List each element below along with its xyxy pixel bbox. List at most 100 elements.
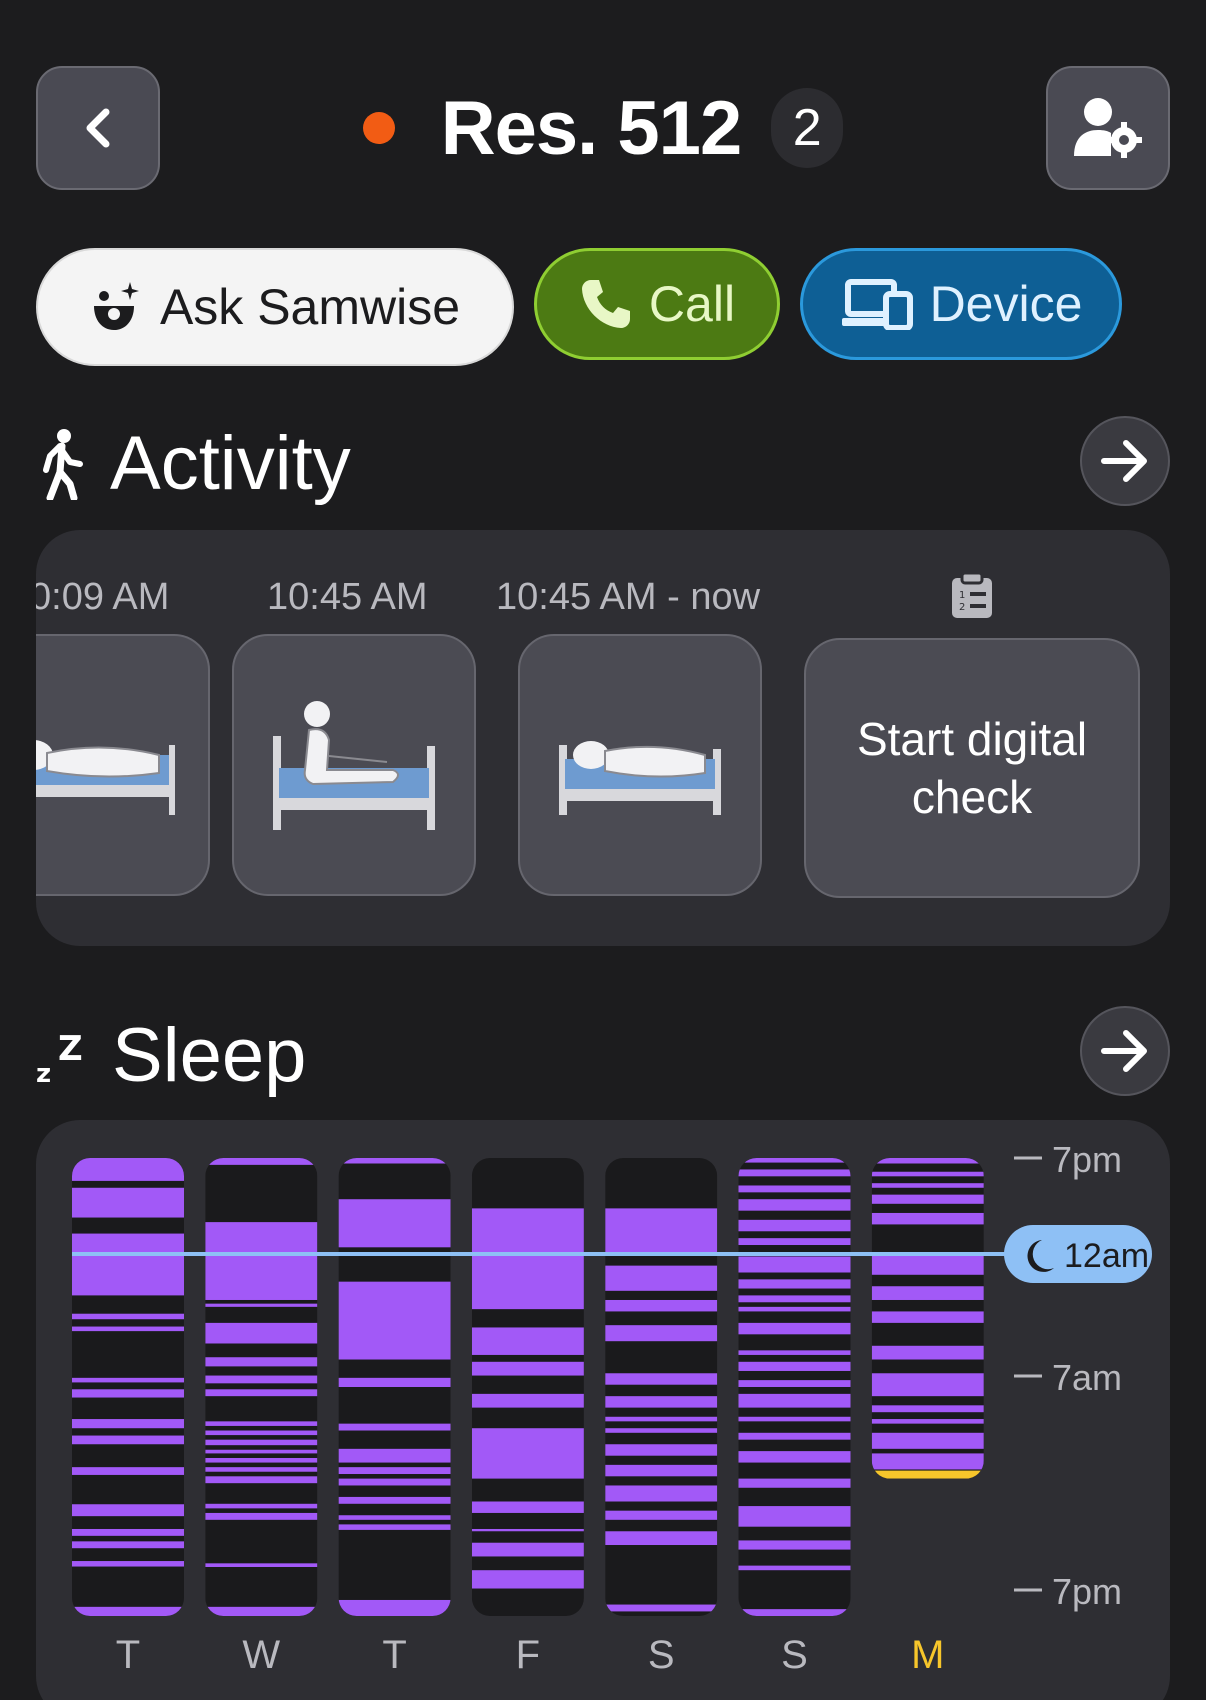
sleep-segment (72, 1504, 184, 1517)
sleep-segment (738, 1506, 851, 1527)
sleep-segment (205, 1503, 318, 1509)
sleep-segment (738, 1361, 851, 1371)
sleep-segment (738, 1158, 851, 1163)
sleep-segment (605, 1396, 718, 1408)
activity-header: Activity (36, 420, 351, 507)
sleep-segment (471, 1361, 584, 1376)
sleep-segment (738, 1306, 851, 1312)
activity-more-button[interactable] (1080, 416, 1170, 506)
sleep-segment (72, 1606, 184, 1616)
sleep-segment (605, 1325, 718, 1342)
svg-text:1: 1 (959, 590, 965, 601)
sleep-segment (738, 1185, 851, 1193)
sleep-segment (72, 1435, 184, 1445)
sleep-segment (205, 1389, 318, 1397)
sleep-segment (605, 1373, 718, 1385)
sleep-segment (738, 1609, 851, 1616)
day-label: T (382, 1633, 406, 1677)
activity-title: Activity (110, 421, 351, 506)
sleep-segment (738, 1393, 851, 1408)
sleep-segment (205, 1303, 318, 1307)
sleep-segment (205, 1563, 318, 1567)
sleep-segment (205, 1439, 318, 1446)
sleep-segment (72, 1377, 184, 1383)
activity-card: 0:09 AM 10:45 AM 10:45 AM - now 1 2 Star… (36, 530, 1170, 946)
call-label: Call (648, 276, 736, 332)
sleep-header: z Z Sleep (36, 1012, 306, 1099)
ask-samwise-label: Ask Samwise (159, 279, 461, 335)
device-button[interactable]: Device (800, 248, 1122, 360)
svg-text:2: 2 (959, 602, 965, 613)
activity-tile[interactable] (36, 634, 210, 896)
sleep-chart[interactable]: T W T F S S M 7pm 7am 7pm 12am (36, 1120, 1170, 1700)
bed-lying-icon (559, 741, 721, 815)
sleep-segment (205, 1421, 318, 1426)
svg-text:z: z (36, 1059, 51, 1086)
sleep-segment (72, 1419, 184, 1429)
sleep-segment (605, 1464, 718, 1477)
day-label: S (648, 1633, 675, 1677)
sleep-segment (205, 1322, 318, 1344)
sleep-segment (605, 1531, 718, 1546)
ask-samwise-button[interactable]: Ask Samwise (36, 248, 514, 366)
sleep-day-column (205, 1158, 318, 1616)
sleep-segment (338, 1199, 451, 1248)
sleep-segment (72, 1528, 184, 1536)
sleep-segment (471, 1393, 584, 1408)
now-label: 12am (1064, 1237, 1149, 1275)
sleep-day-column (338, 1158, 451, 1616)
day-label: M (911, 1633, 944, 1677)
sleep-segment (72, 1326, 184, 1332)
sleep-day-column (738, 1158, 851, 1616)
arrow-right-icon (1101, 1030, 1147, 1072)
sleep-segment (338, 1524, 451, 1530)
sleep-segment (605, 1510, 718, 1520)
clipboard-list-icon: 1 2 (952, 572, 992, 618)
sleep-segment (471, 1542, 584, 1557)
day-label: T (116, 1633, 140, 1677)
sleep-segment (871, 1453, 984, 1470)
sleep-segment (72, 1313, 184, 1320)
sleep-segment (605, 1485, 718, 1502)
sleep-segment (205, 1449, 318, 1454)
sleep-segment (738, 1256, 851, 1273)
sleep-more-button[interactable] (1080, 1006, 1170, 1096)
day-label: S (781, 1633, 808, 1677)
call-button[interactable]: Call (534, 248, 780, 360)
sleep-day-column (72, 1158, 184, 1616)
alert-count-badge[interactable]: 2 (771, 88, 844, 168)
sleep-segment (738, 1279, 851, 1289)
sleep-segment (72, 1233, 184, 1296)
start-digital-check-button[interactable]: Start digital check (804, 638, 1140, 898)
sleep-segment (338, 1496, 451, 1504)
sleep-segment (471, 1327, 584, 1355)
sleep-segment (871, 1194, 984, 1204)
sleep-segment (871, 1311, 984, 1323)
sleep-now-bar (871, 1470, 984, 1479)
start-digital-check-label: Start digital check (856, 713, 1088, 823)
sleep-segment (738, 1380, 851, 1387)
sleep-segment (738, 1478, 851, 1488)
sleep-segment (205, 1476, 318, 1484)
day-label: F (516, 1633, 540, 1677)
resident-settings-button[interactable] (1046, 66, 1170, 190)
sleep-segment (205, 1457, 318, 1463)
activity-tile[interactable] (232, 634, 476, 896)
sleep-segment (72, 1561, 184, 1567)
sleep-segment (605, 1428, 718, 1433)
sleep-segment (338, 1158, 451, 1164)
sleep-day-column (871, 1158, 984, 1479)
sleep-segment (338, 1515, 451, 1520)
sparkle-bowl-icon (93, 282, 139, 330)
sleep-segment (605, 1299, 718, 1312)
phone-icon (581, 280, 630, 328)
sleep-segment (72, 1389, 184, 1398)
sleep-segment (471, 1501, 584, 1513)
sleep-segment (871, 1158, 984, 1164)
activity-tile[interactable] (518, 634, 762, 896)
status-dot (362, 112, 395, 144)
sleep-day-column (605, 1158, 718, 1616)
sleep-segment (338, 1377, 451, 1387)
sleep-segment (605, 1444, 718, 1456)
sleep-segment (338, 1423, 451, 1431)
